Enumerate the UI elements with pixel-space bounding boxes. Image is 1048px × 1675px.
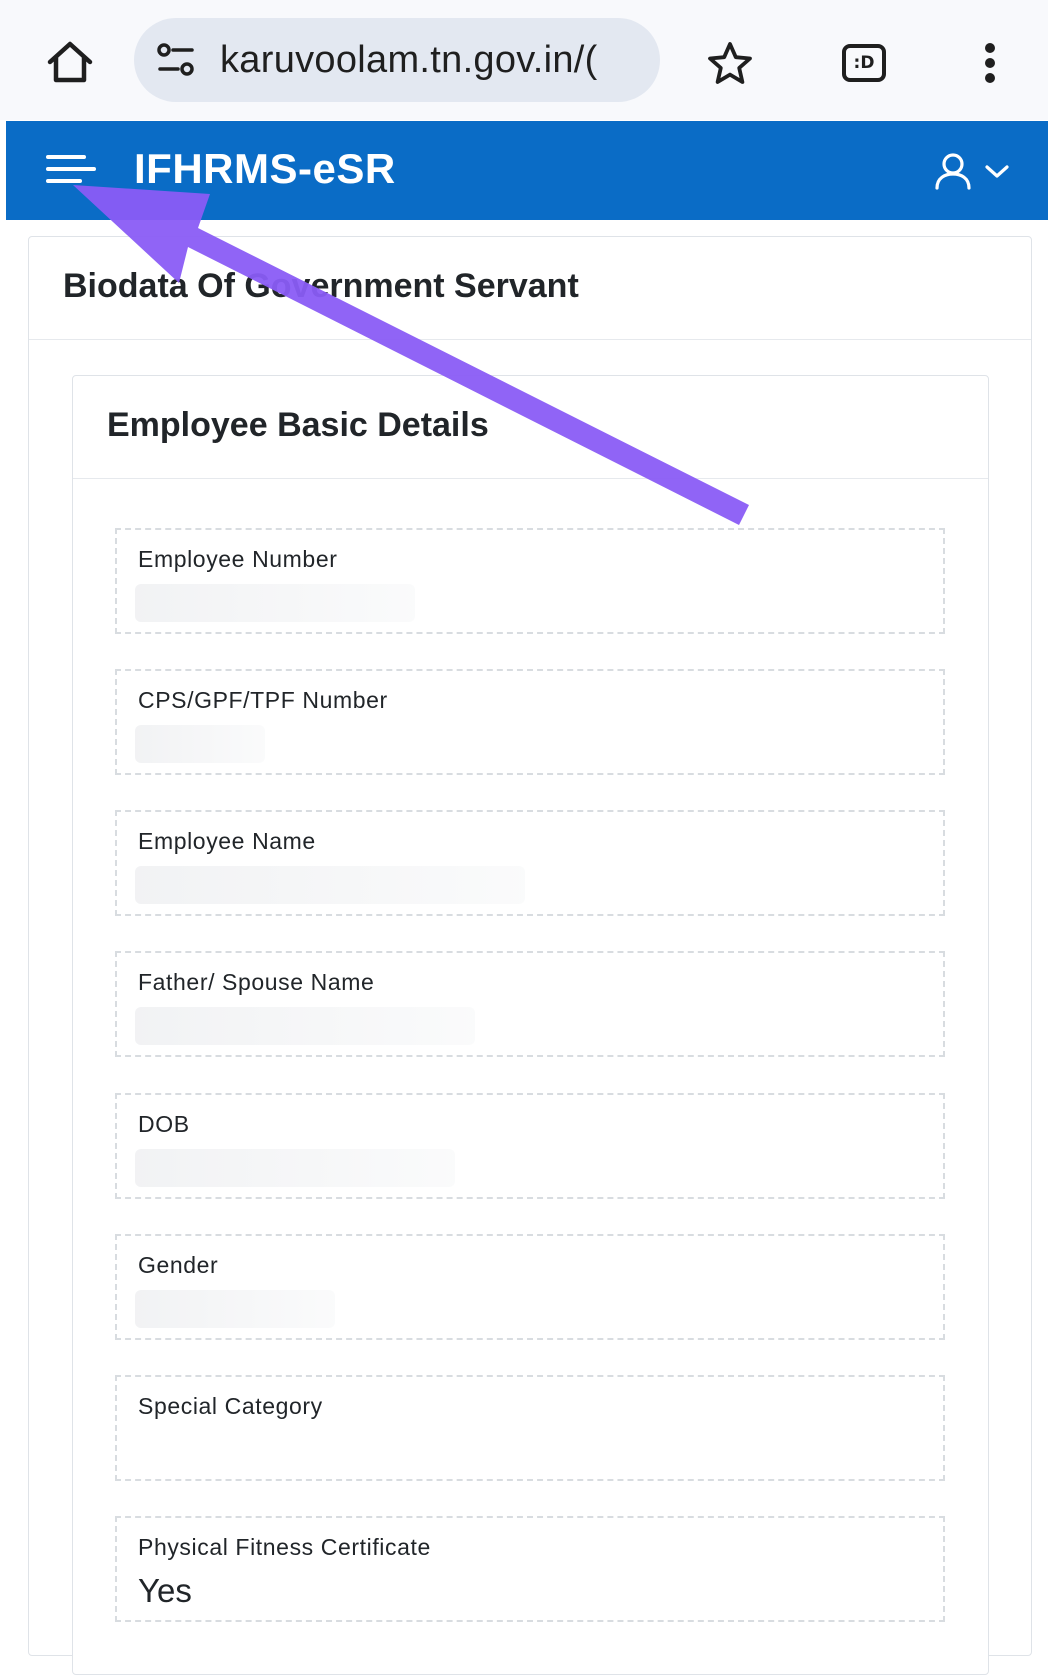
field-employee-number: Employee Number — [115, 528, 945, 634]
field-label: DOB — [138, 1111, 190, 1137]
field-label: Employee Number — [138, 546, 338, 572]
browser-menu-button[interactable] — [966, 36, 1014, 90]
user-menu-button[interactable] — [932, 149, 1024, 193]
field-label: CPS/GPF/TPF Number — [138, 687, 388, 713]
field-special-category: Special Category — [115, 1375, 945, 1481]
redacted-value — [135, 866, 525, 904]
url-text[interactable]: karuvoolam.tn.gov.in/( — [220, 36, 660, 84]
field-label: Father/ Spouse Name — [138, 969, 375, 995]
tabs-count: :D — [853, 53, 875, 73]
field-label: Physical Fitness Certificate — [138, 1534, 431, 1560]
chevron-down-icon — [985, 165, 1009, 178]
field-physical-fitness-certificate: Physical Fitness Certificate Yes — [115, 1516, 945, 1622]
biodata-card: Biodata Of Government Servant Employee B… — [28, 236, 1032, 1675]
redacted-value — [135, 1007, 475, 1045]
field-label: Special Category — [138, 1393, 323, 1419]
redacted-value — [135, 725, 265, 763]
redacted-value — [135, 584, 415, 622]
field-gender: Gender — [115, 1234, 945, 1340]
field-label: Gender — [138, 1252, 219, 1278]
field-cps-gpf-tpf-number: CPS/GPF/TPF Number — [115, 669, 945, 775]
tabs-icon: :D — [842, 44, 886, 82]
basic-details-card: Employee Basic Details Employee Number C… — [72, 375, 989, 1675]
field-label: Employee Name — [138, 828, 316, 854]
hamburger-menu-icon[interactable] — [44, 151, 98, 191]
home-button[interactable] — [40, 38, 100, 86]
star-icon — [708, 42, 752, 84]
user-icon — [935, 153, 971, 190]
more-vert-icon — [985, 43, 995, 83]
bookmark-button[interactable] — [700, 38, 760, 88]
app-title: IFHRMS-eSR — [134, 145, 396, 192]
address-bar[interactable]: karuvoolam.tn.gov.in/( — [134, 18, 660, 102]
biodata-card-header: Biodata Of Government Servant — [29, 237, 1031, 340]
section-title: Employee Basic Details — [107, 406, 489, 444]
page-title: Biodata Of Government Servant — [63, 267, 579, 305]
redacted-value — [135, 1149, 455, 1187]
field-employee-name: Employee Name — [115, 810, 945, 916]
home-icon — [47, 41, 93, 83]
field-dob: DOB — [115, 1093, 945, 1199]
app-header: IFHRMS-eSR — [6, 121, 1048, 220]
redacted-value — [135, 1290, 335, 1328]
basic-details-header: Employee Basic Details — [73, 376, 988, 479]
browser-toolbar: karuvoolam.tn.gov.in/( :D — [0, 0, 1048, 120]
field-value: Yes — [138, 1572, 192, 1609]
field-father-spouse-name: Father/ Spouse Name — [115, 951, 945, 1057]
tune-icon[interactable] — [156, 42, 196, 78]
tab-switcher-button[interactable]: :D — [834, 38, 894, 88]
